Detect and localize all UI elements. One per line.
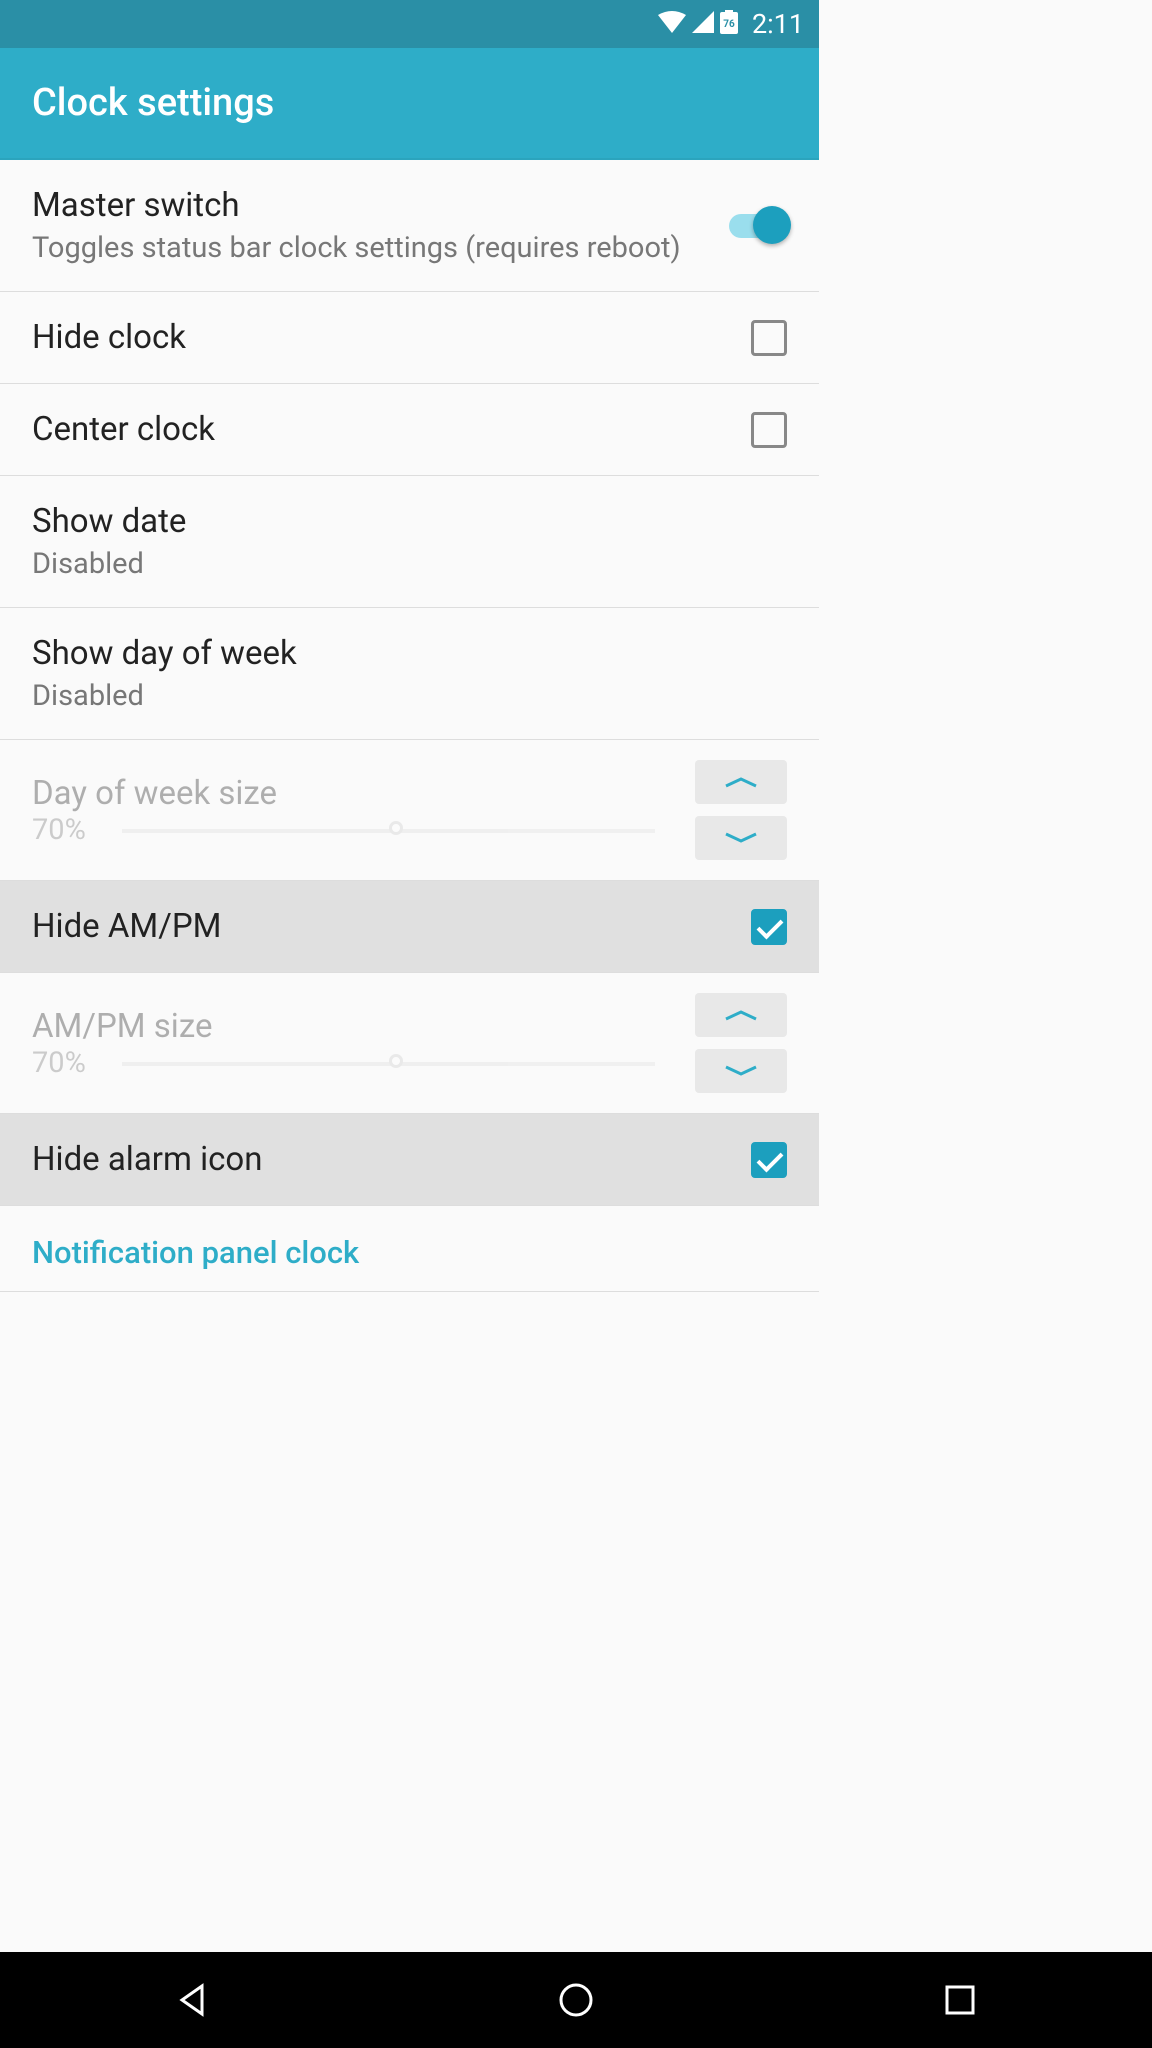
hide-alarm-icon-row[interactable]: Hide alarm icon [0,1114,819,1206]
status-time: 2:11 [752,8,804,40]
signal-icon [692,11,714,37]
master-switch-toggle[interactable] [729,214,787,238]
hide-clock-row[interactable]: Hide clock [0,292,819,384]
hide-clock-title: Hide clock [32,318,751,357]
chevron-up-icon [721,776,761,788]
master-switch-row[interactable]: Master switch Toggles status bar clock s… [0,160,819,292]
status-bar: 76 2:11 [0,0,819,48]
recents-button[interactable] [935,1975,985,2025]
settings-list: Master switch Toggles status bar clock s… [0,160,819,1292]
notification-panel-clock-title: Notification panel clock [32,1234,787,1271]
home-button[interactable] [551,1975,601,2025]
svg-text:76: 76 [723,19,735,30]
center-clock-row[interactable]: Center clock [0,384,819,476]
hide-ampm-checkbox[interactable] [751,909,787,945]
show-day-of-week-title: Show day of week [32,634,787,673]
chevron-down-icon [721,832,761,844]
master-switch-title: Master switch [32,186,729,225]
hide-ampm-title: Hide AM/PM [32,907,751,946]
back-button[interactable] [167,1975,217,2025]
day-of-week-size-row: Day of week size 70% [0,740,819,881]
hide-clock-checkbox[interactable] [751,320,787,356]
ampm-size-slider [122,1062,655,1066]
center-clock-checkbox[interactable] [751,412,787,448]
page-title: Clock settings [32,81,274,125]
hide-alarm-icon-title: Hide alarm icon [32,1140,751,1179]
show-day-of-week-row[interactable]: Show day of week Disabled [0,608,819,740]
hide-ampm-row[interactable]: Hide AM/PM [0,881,819,973]
day-of-week-size-title: Day of week size [32,774,695,813]
back-icon [174,1982,210,2018]
day-of-week-size-value: 70% [32,813,92,847]
wifi-icon [658,11,686,37]
hide-alarm-icon-checkbox[interactable] [751,1142,787,1178]
home-icon [558,1982,594,2018]
ampm-size-up-button[interactable] [695,993,787,1037]
day-of-week-size-down-button[interactable] [695,816,787,860]
chevron-up-icon [721,1009,761,1021]
show-date-value: Disabled [32,547,787,581]
show-date-row[interactable]: Show date Disabled [0,476,819,608]
center-clock-title: Center clock [32,410,751,449]
day-of-week-size-up-button[interactable] [695,760,787,804]
show-date-title: Show date [32,502,787,541]
show-day-of-week-value: Disabled [32,679,787,713]
app-bar: Clock settings [0,48,819,160]
battery-icon: 76 [720,10,738,38]
ampm-size-row: AM/PM size 70% [0,973,819,1114]
recents-icon [942,1982,978,2018]
ampm-size-value: 70% [32,1046,92,1080]
chevron-down-icon [721,1065,761,1077]
navigation-bar [0,1952,1152,2048]
ampm-size-title: AM/PM size [32,1007,695,1046]
day-of-week-size-slider [122,829,655,833]
ampm-size-down-button[interactable] [695,1049,787,1093]
master-switch-subtitle: Toggles status bar clock settings (requi… [32,231,729,265]
notification-panel-clock-header: Notification panel clock [0,1206,819,1292]
